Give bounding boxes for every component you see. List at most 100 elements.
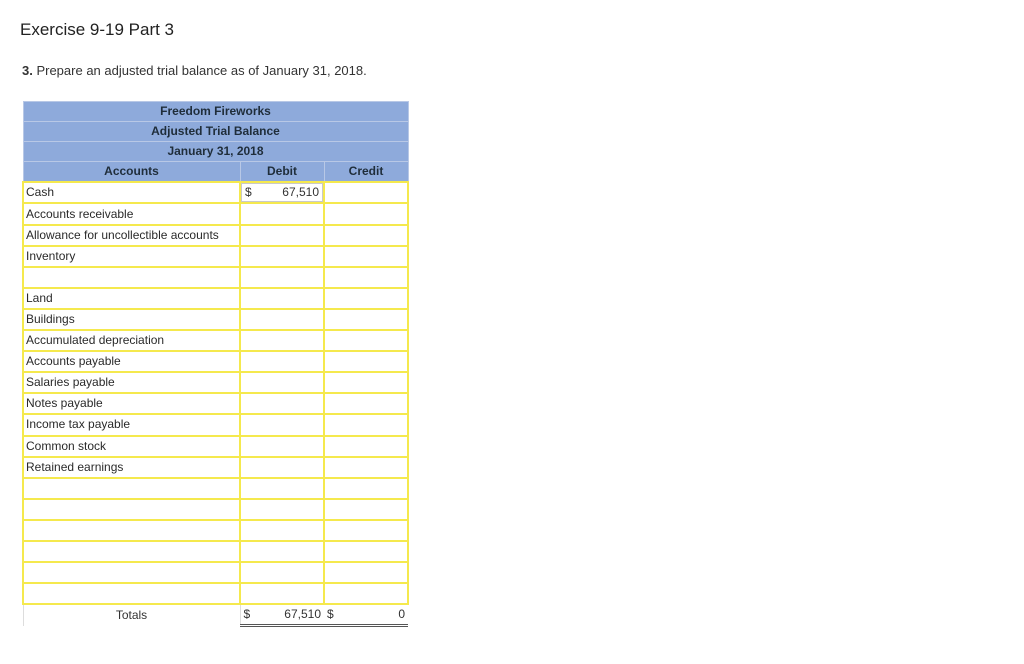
totals-credit-value: 0	[398, 607, 405, 622]
credit-input-cell[interactable]	[323, 539, 409, 564]
account-name-cell[interactable]: Allowance for uncollectible accounts	[22, 223, 241, 247]
debit-input-cell[interactable]	[239, 413, 325, 437]
account-name-cell[interactable]: Accumulated depreciation	[22, 329, 241, 353]
table-row: Retained earnings	[22, 455, 409, 479]
debit-currency: $	[245, 185, 252, 200]
debit-input-cell[interactable]	[239, 307, 325, 332]
totals-credit-currency: $	[327, 607, 334, 622]
credit-input-cell[interactable]	[323, 518, 409, 542]
totals-label: Totals	[22, 603, 241, 626]
table-row	[22, 582, 409, 606]
instruction-text: Prepare an adjusted trial balance as of …	[32, 63, 367, 78]
debit-input-cell[interactable]	[239, 371, 325, 395]
credit-input-cell[interactable]	[323, 350, 409, 374]
credit-input-cell[interactable]	[323, 476, 409, 500]
account-name-cell[interactable]	[22, 561, 241, 585]
table-row: Cash $67,510	[22, 181, 409, 205]
credit-input-cell[interactable]	[323, 329, 409, 353]
credit-input-cell[interactable]	[323, 582, 409, 606]
table-row: Accumulated depreciation	[22, 329, 409, 353]
credit-input-cell[interactable]	[323, 455, 409, 479]
table-row: Allowance for uncollectible accounts	[22, 223, 409, 247]
credit-input-cell[interactable]	[323, 497, 409, 521]
debit-input-cell[interactable]	[239, 582, 325, 606]
table-row	[22, 518, 409, 542]
table-row: Land	[22, 286, 409, 310]
account-name-cell[interactable]	[22, 582, 241, 606]
credit-input-cell[interactable]	[323, 286, 409, 310]
totals-row: Totals $ 67,510 $ 0	[22, 603, 408, 628]
trial-balance-table: Freedom Fireworks Adjusted Trial Balance…	[22, 100, 409, 628]
table-row	[22, 561, 409, 585]
account-name-cell[interactable]: Accounts payable	[22, 350, 241, 374]
debit-input-cell[interactable]	[239, 329, 325, 353]
account-name-cell[interactable]: Cash	[22, 181, 241, 205]
table-row: Common stock	[22, 434, 409, 458]
account-name-cell[interactable]: Salaries payable	[22, 371, 241, 395]
credit-input-cell[interactable]	[323, 392, 409, 416]
account-rows: Cash $67,510 Accounts receivable Allowance …	[22, 181, 409, 606]
debit-input-cell[interactable]	[239, 455, 325, 479]
table-row: Buildings	[22, 307, 409, 332]
debit-input-cell[interactable]	[239, 223, 325, 247]
debit-input-cell[interactable]	[239, 561, 325, 585]
statement-title: Adjusted Trial Balance	[22, 121, 409, 143]
table-row: Accounts receivable	[22, 202, 409, 226]
debit-input-cell[interactable]	[239, 392, 325, 416]
credit-input-cell[interactable]	[323, 413, 409, 437]
credit-input-cell[interactable]	[323, 244, 409, 268]
credit-input-cell[interactable]	[323, 181, 409, 205]
table-row: Salaries payable	[22, 371, 409, 395]
table-row: Accounts payable	[22, 350, 409, 374]
account-name-cell[interactable]	[22, 265, 241, 289]
credit-input-cell[interactable]	[323, 561, 409, 585]
account-name-cell[interactable]: Inventory	[22, 244, 241, 268]
totals-debit-value: 67,510	[284, 607, 321, 622]
account-name-cell[interactable]: Accounts receivable	[22, 202, 241, 226]
debit-input-cell[interactable]: $67,510	[239, 181, 325, 205]
debit-input-cell[interactable]	[239, 497, 325, 521]
credit-input-cell[interactable]	[323, 265, 409, 289]
table-row	[22, 476, 409, 500]
credit-input-cell[interactable]	[323, 223, 409, 247]
debit-value: 67,510	[282, 185, 319, 200]
account-name-cell[interactable]	[22, 539, 241, 564]
debit-input-cell[interactable]	[239, 476, 325, 500]
instruction: 3. Prepare an adjusted trial balance as …	[22, 63, 367, 78]
statement-date: January 31, 2018	[22, 141, 409, 163]
credit-input-cell[interactable]	[323, 434, 409, 458]
account-name-cell[interactable]	[22, 518, 241, 542]
debit-input-cell[interactable]	[239, 350, 325, 374]
credit-input-cell[interactable]	[323, 202, 409, 226]
col-header-credit: Credit	[323, 161, 409, 183]
col-header-debit: Debit	[239, 161, 325, 183]
table-row: Notes payable	[22, 392, 409, 416]
table-row: Income tax payable	[22, 413, 409, 437]
account-name-cell[interactable]: Common stock	[22, 434, 241, 458]
table-row	[22, 539, 409, 564]
account-name-cell[interactable]	[22, 476, 241, 500]
totals-debit-currency: $	[243, 607, 251, 622]
debit-input-cell[interactable]	[239, 434, 325, 458]
debit-input-cell[interactable]	[239, 539, 325, 564]
account-name-cell[interactable]	[22, 497, 241, 521]
account-name-cell[interactable]: Land	[22, 286, 241, 310]
account-name-cell[interactable]: Retained earnings	[22, 455, 241, 479]
credit-input-cell[interactable]	[323, 307, 409, 332]
debit-input-cell[interactable]	[239, 265, 325, 289]
table-row	[22, 497, 409, 521]
account-name-cell[interactable]: Buildings	[22, 307, 241, 332]
table-row	[22, 265, 409, 289]
debit-input-cell[interactable]	[239, 286, 325, 310]
instruction-number: 3.	[22, 63, 33, 78]
totals-debit-cell: $ 67,510	[240, 604, 324, 628]
debit-input-cell[interactable]	[239, 244, 325, 268]
page-title: Exercise 9-19 Part 3	[20, 20, 175, 39]
account-name-cell[interactable]: Notes payable	[22, 392, 241, 416]
col-header-accounts: Accounts	[22, 161, 241, 183]
account-name-cell[interactable]: Income tax payable	[22, 413, 241, 437]
debit-input-cell[interactable]	[239, 518, 325, 542]
credit-input-cell[interactable]	[323, 371, 409, 395]
debit-input-cell[interactable]	[239, 202, 325, 226]
company-name: Freedom Fireworks	[22, 100, 409, 123]
